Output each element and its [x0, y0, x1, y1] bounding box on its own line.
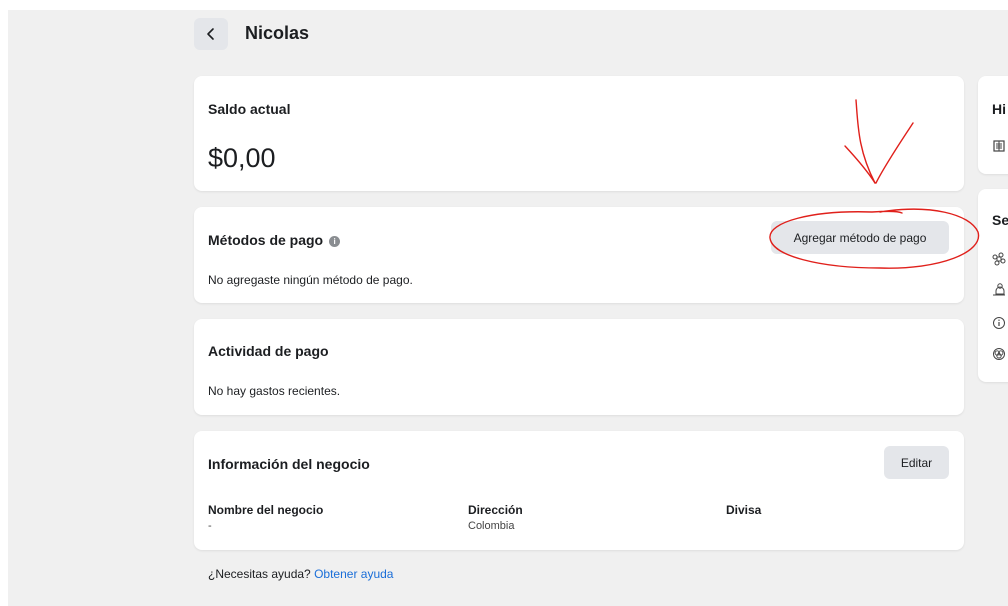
- edit-button[interactable]: Editar: [884, 446, 949, 479]
- help-text: ¿Necesitas ayuda? Obtener ayuda: [208, 567, 393, 581]
- info-icon[interactable]: i: [329, 236, 341, 247]
- settings-card: Se: [978, 189, 1008, 382]
- payment-methods-title: Métodos de pago i: [208, 232, 341, 248]
- help-question: ¿Necesitas ayuda?: [208, 567, 311, 581]
- command-icon[interactable]: [992, 252, 1006, 266]
- business-info-title: Información del negocio: [208, 456, 370, 472]
- column-header-business-name: Nombre del negocio: [208, 503, 324, 517]
- payment-methods-title-text: Métodos de pago: [208, 232, 324, 248]
- payment-activity-card: Actividad de pago No hay gastos reciente…: [194, 319, 964, 415]
- history-title: Hi: [992, 101, 1006, 117]
- chevron-left-icon: [207, 28, 214, 40]
- get-help-link[interactable]: Obtener ayuda: [314, 567, 393, 581]
- column-header-currency: Divisa: [726, 503, 762, 517]
- payment-activity-title: Actividad de pago: [208, 343, 329, 359]
- settings-title: Se: [992, 212, 1008, 228]
- receipt-icon[interactable]: [992, 139, 1006, 153]
- add-payment-method-button[interactable]: Agregar método de pago: [771, 221, 949, 254]
- history-card: Hi: [978, 76, 1008, 174]
- payment-methods-card: Métodos de pago i Agregar método de pago …: [194, 207, 964, 303]
- page-title: Nicolas: [245, 23, 310, 43]
- balance-card: Saldo actual $0,00: [194, 76, 964, 191]
- column-value-business-name: -: [208, 520, 212, 532]
- people-icon[interactable]: [992, 282, 1006, 296]
- back-button[interactable]: [194, 18, 228, 50]
- payment-methods-empty-text: No agregaste ningún método de pago.: [208, 273, 413, 287]
- column-header-address: Dirección: [468, 503, 523, 517]
- balance-label: Saldo actual: [208, 101, 291, 117]
- balance-amount: $0,00: [208, 143, 276, 173]
- column-value-address: Colombia: [468, 520, 515, 532]
- payment-activity-empty-text: No hay gastos recientes.: [208, 384, 341, 398]
- info-circle-icon[interactable]: [992, 316, 1006, 330]
- shield-icon[interactable]: [992, 347, 1006, 361]
- business-info-card: Información del negocio Editar Nombre de…: [194, 431, 964, 550]
